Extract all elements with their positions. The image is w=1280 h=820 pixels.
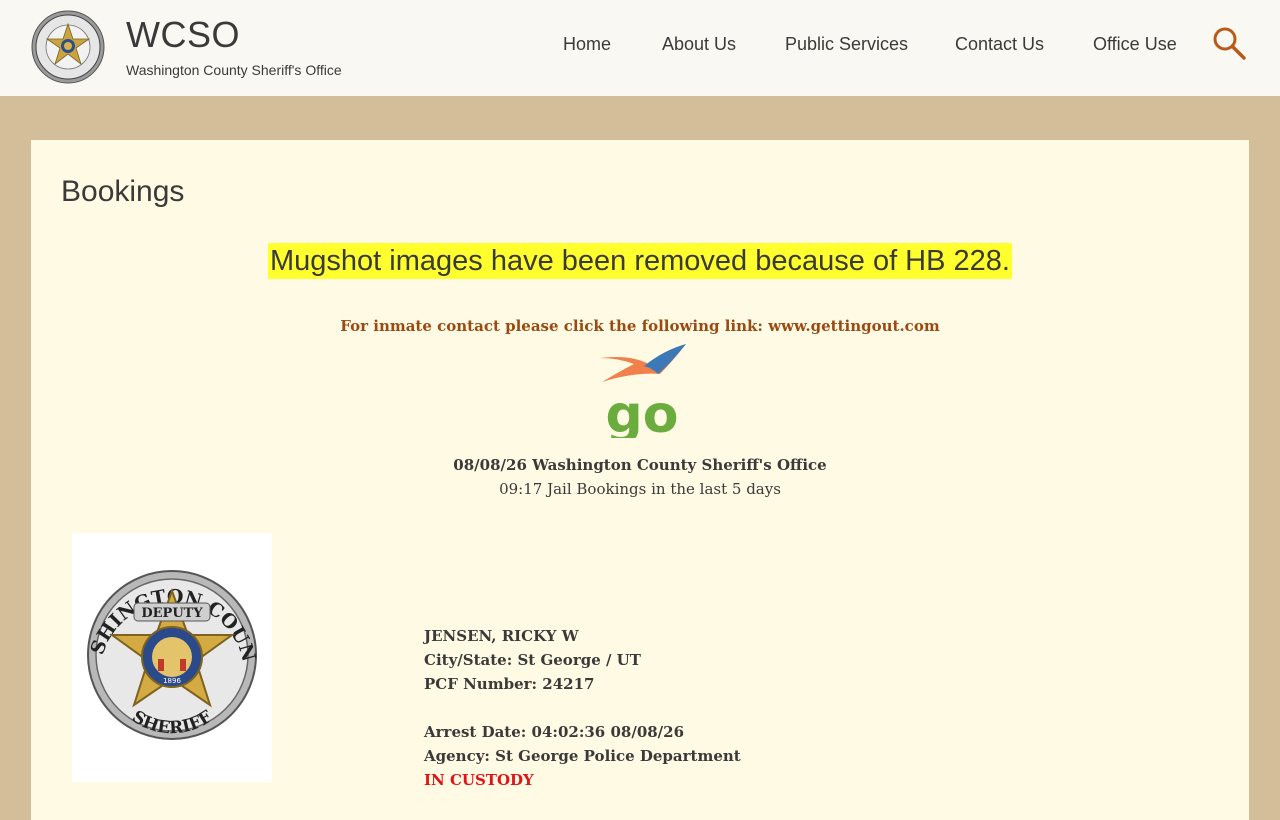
site-tagline: Washington County Sheriff's Office [126, 62, 342, 78]
arresting-agency: Agency: St George Police Department [424, 747, 741, 765]
booking-record: JENSEN, RICKY W City/State: St George / … [424, 624, 741, 792]
gettingout-link[interactable]: www.gettingout.com [768, 317, 940, 335]
main-content: Bookings Mugshot images have been remove… [31, 140, 1249, 820]
nav-about-us[interactable]: About Us [662, 34, 736, 55]
page-title: Bookings [61, 175, 185, 208]
badge-ribbon-text: DEPUTY [141, 606, 203, 621]
arrest-date: Arrest Date: 04:02:36 08/08/26 [424, 723, 685, 741]
nav-contact-us[interactable]: Contact Us [955, 34, 1044, 55]
inmate-city-state: City/State: St George / UT [424, 651, 641, 669]
badge-year: 1896 [163, 677, 181, 685]
mugshot-notice: Mugshot images have been removed because… [268, 243, 1012, 279]
notice-container: Mugshot images have been removed because… [31, 243, 1249, 279]
booking-time-line: 09:17 Jail Bookings in the last 5 days [499, 480, 781, 498]
nav-office-use[interactable]: Office Use [1093, 34, 1177, 55]
go-logo-text: go [606, 385, 679, 438]
custody-status: IN CUSTODY [424, 771, 534, 789]
nav-home[interactable]: Home [563, 34, 611, 55]
contact-text: For inmate contact please click the foll… [340, 317, 769, 335]
inmate-pcf-number: PCF Number: 24217 [424, 675, 595, 693]
site-header: WCSO Washington County Sheriff's Office … [0, 0, 1280, 96]
booking-date-line: 08/08/26 Washington County Sheriff's Off… [453, 456, 827, 474]
gettingout-logo[interactable]: go [594, 342, 690, 438]
inmate-contact-line: For inmate contact please click the foll… [31, 317, 1249, 335]
inmate-name: JENSEN, RICKY W [424, 627, 579, 645]
site-title[interactable]: WCSO [126, 14, 240, 56]
deputy-sheriff-badge-image: WASHINGTON COUNTY SHERIFF DEPUTY 1896 [61, 516, 272, 782]
search-icon[interactable] [1212, 26, 1246, 60]
sheriff-badge-logo[interactable] [31, 10, 105, 84]
nav-public-services[interactable]: Public Services [785, 34, 908, 55]
